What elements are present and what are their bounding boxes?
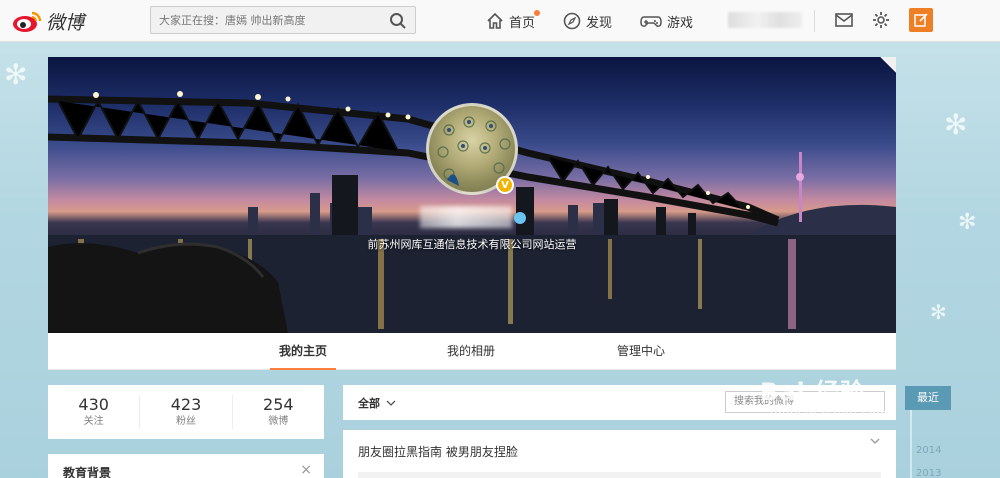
member-icon[interactable] [514,212,526,224]
nav-divider [814,10,815,32]
feed-post: 朋友圈拉黑指南 被男朋友捏脸 [343,430,896,478]
mail-icon[interactable] [835,12,853,28]
dandelion-seed-decoration: ✻ [958,210,977,235]
close-icon[interactable]: × [300,462,312,478]
stat-following[interactable]: 430 关注 [48,395,141,429]
tab-my-album[interactable]: 我的相册 [438,333,504,370]
top-navigation-bar: 微博 首页 发现 游戏 [0,0,1000,42]
gear-icon[interactable] [872,11,890,29]
cover-fold-corner[interactable] [880,57,896,73]
nav-games-label: 游戏 [667,15,694,31]
nav-games[interactable]: 游戏 [640,10,693,32]
nav-home[interactable]: 首页 [486,10,540,32]
stat-followers[interactable]: 423 粉丝 [140,395,233,429]
stat-followers-count: 423 [170,395,202,414]
chevron-down-icon[interactable] [870,438,880,444]
global-search-input[interactable] [151,7,371,33]
education-card: 教育背景 × [48,454,324,478]
stat-following-label: 关注 [83,416,104,427]
tab-my-home[interactable]: 我的主页 [270,333,336,370]
dandelion-seed-decoration: ✻ [944,108,968,141]
notification-dot [534,10,540,16]
verified-badge[interactable]: V [496,176,514,194]
stat-posts-count: 254 [263,395,294,414]
weibo-logo[interactable]: 微博 [12,7,84,35]
bridge-night-scene [48,91,896,333]
global-search-box [150,6,416,34]
compose-button[interactable] [909,8,933,32]
profile-tabs: 我的主页 我的相册 管理中心 [48,333,896,370]
brand-name: 微博 [46,11,85,34]
search-icon[interactable] [389,12,407,30]
timeline-line [910,410,912,478]
feed-post-title[interactable]: 朋友圈拉黑指南 被男朋友捏脸 [358,443,518,460]
profile-stats: 430 关注 423 粉丝 254 微博 [48,385,324,439]
filter-all-label: 全部 [358,397,380,410]
profile-name [420,206,512,228]
feed-filter-bar: 全部 搜索我的微博 [343,385,896,420]
nav-home-label: 首页 [509,15,536,31]
tab-admin-center[interactable]: 管理中心 [608,333,674,370]
nav-discover-label: 发现 [586,15,613,31]
compose-icon [914,13,928,27]
stat-posts[interactable]: 254 微博 [233,395,324,429]
filter-all-dropdown[interactable]: 全部 [358,395,396,411]
education-title: 教育背景 [63,466,112,478]
timeline-year-2014[interactable]: 2014 [916,445,941,456]
stat-posts-label: 微博 [268,416,289,427]
chevron-down-icon [386,400,396,406]
home-icon [487,12,503,29]
nav-discover[interactable]: 发现 [563,10,612,32]
profile-description: 前苏州网库互通信息技术有限公司网站运营 [367,238,577,251]
current-username[interactable] [728,12,802,28]
feed-search-input[interactable]: 搜索我的微博 [725,391,885,413]
stat-followers-label: 粉丝 [175,416,196,427]
timeline-recent-button[interactable]: 最近 [905,386,951,410]
compass-icon [563,12,581,30]
gamepad-icon [640,16,662,27]
weibo-eye-icon [13,11,42,32]
dandelion-seed-decoration: ✻ [930,300,947,324]
timeline-year-2013[interactable]: 2013 [916,468,941,478]
dandelion-seed-decoration: ✻ [4,58,28,91]
feed-post-content [358,472,881,478]
stat-following-count: 430 [78,395,109,414]
profile-cover-image [48,57,896,333]
